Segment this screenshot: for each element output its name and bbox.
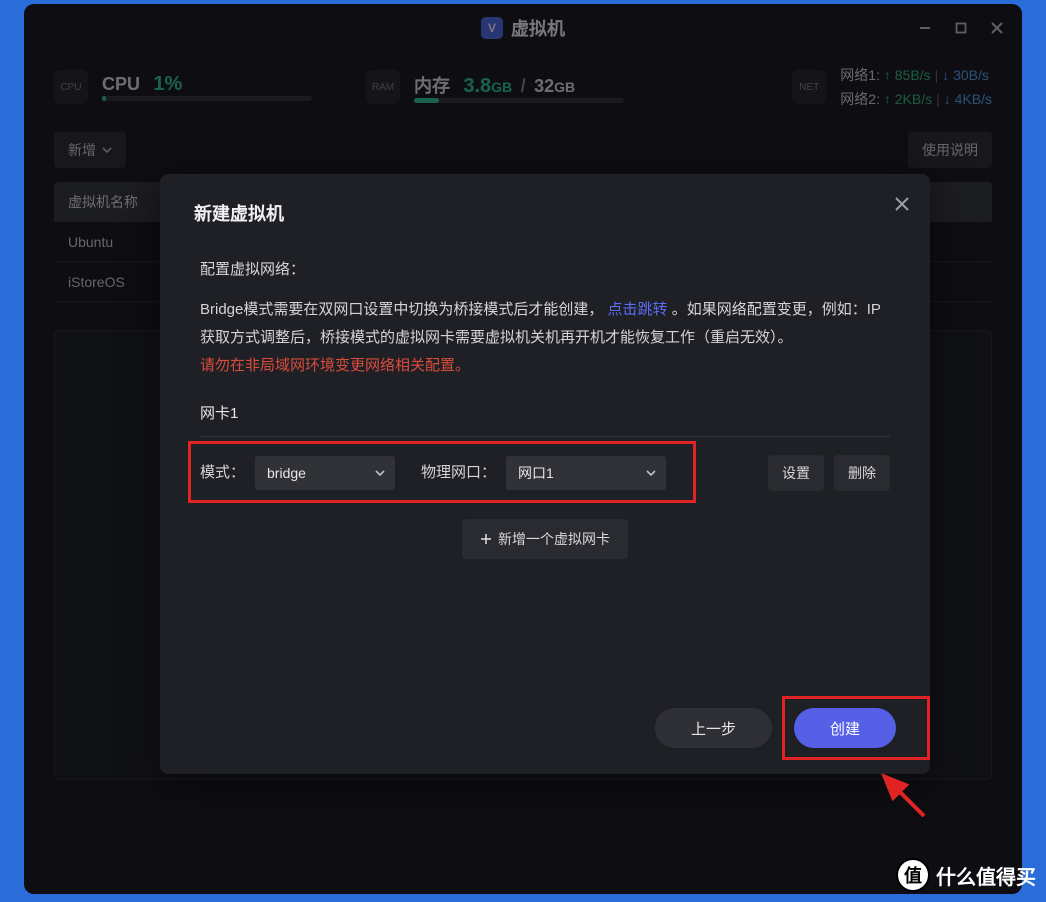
nic-row: 模式： bridge 物理网口： 网口1 设置 删除 (200, 455, 890, 491)
add-nic-row: 新增一个虚拟网卡 (200, 519, 890, 559)
mode-label: 模式： (200, 459, 245, 487)
watermark-badge-icon: 值 (896, 858, 930, 892)
jump-link[interactable]: 点击跳转 (608, 301, 668, 318)
warning-text: 请勿在非局域网环境变更网络相关配置。 (200, 352, 890, 380)
port-select[interactable]: 网口1 (506, 456, 666, 490)
port-label: 物理网口： (421, 459, 496, 487)
modal-footer: 上一步 创建 (655, 708, 896, 748)
prev-step-button[interactable]: 上一步 (655, 708, 772, 748)
modal-body: 配置虚拟网络： Bridge模式需要在双网口设置中切换为桥接模式后才能创建， 点… (194, 226, 896, 559)
watermark: 值 什么值得买 (896, 858, 1036, 892)
modal-close-button[interactable] (894, 196, 910, 212)
nic-section-label: 网卡1 (200, 400, 890, 437)
create-vm-modal: 新建虚拟机 配置虚拟网络： Bridge模式需要在双网口设置中切换为桥接模式后才… (160, 174, 930, 774)
mode-select[interactable]: bridge (255, 456, 395, 490)
create-button[interactable]: 创建 (794, 708, 896, 748)
config-heading: 配置虚拟网络： (200, 256, 890, 284)
nic-delete-button[interactable]: 删除 (834, 455, 890, 491)
app-window: V 虚拟机 CPU CPU 1% (24, 4, 1022, 894)
add-nic-button[interactable]: 新增一个虚拟网卡 (462, 519, 628, 559)
plus-icon (480, 533, 492, 545)
watermark-text: 什么值得买 (936, 861, 1036, 890)
modal-title: 新建虚拟机 (194, 200, 896, 226)
description-text: Bridge模式需要在双网口设置中切换为桥接模式后才能创建， 点击跳转 。如果网… (200, 296, 890, 352)
nic-settings-button[interactable]: 设置 (768, 455, 824, 491)
close-icon (894, 196, 910, 212)
